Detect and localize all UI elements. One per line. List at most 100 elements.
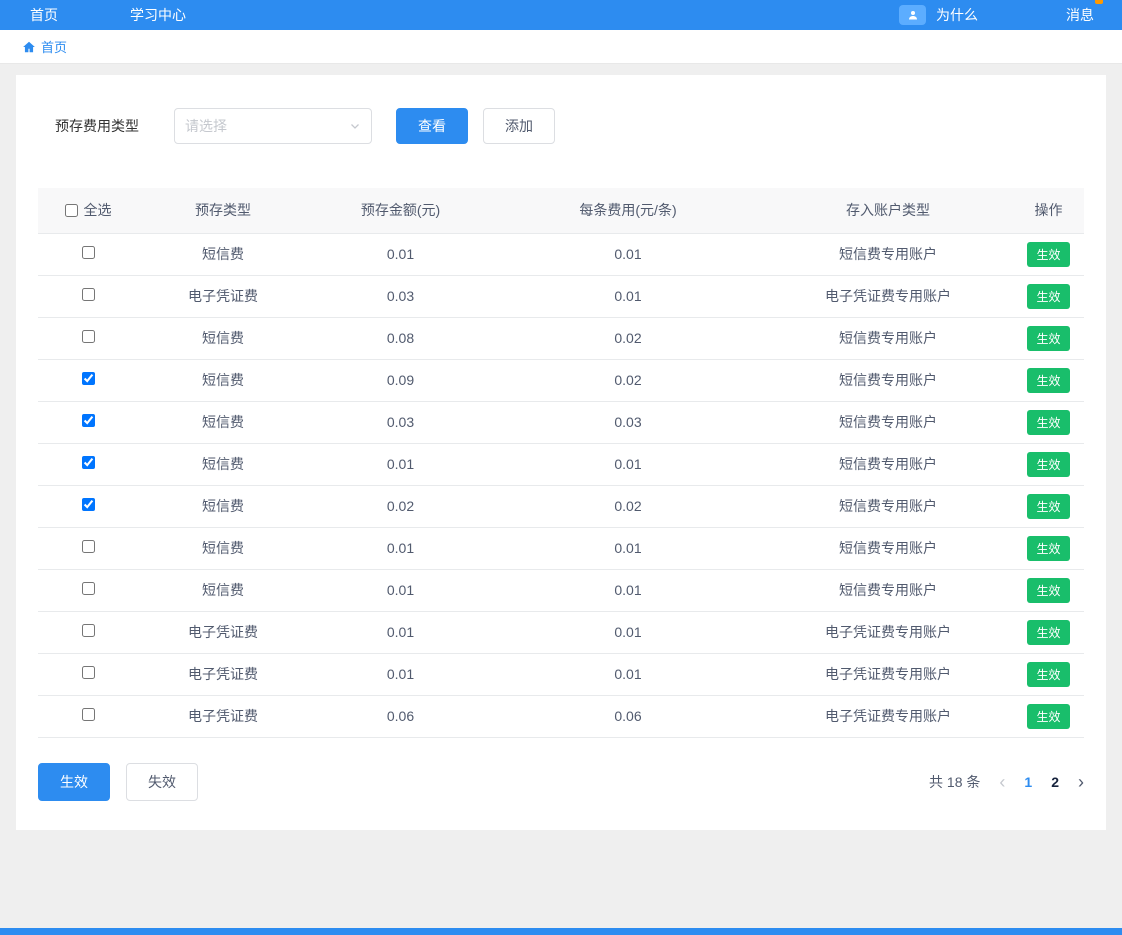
cell-prestore-amount: 0.03 bbox=[308, 401, 493, 444]
cell-prestore-type: 短信费 bbox=[138, 317, 308, 360]
cell-prestore-amount: 0.02 bbox=[308, 485, 493, 528]
batch-invalid-button[interactable]: 失效 bbox=[126, 762, 198, 801]
row-checkbox[interactable] bbox=[81, 288, 95, 301]
row-effective-button[interactable]: 生效 bbox=[1027, 577, 1070, 603]
row-checkbox[interactable] bbox=[81, 414, 95, 427]
cell-account-type: 短信费专用账户 bbox=[763, 359, 1013, 402]
cell-account-type: 短信费专用账户 bbox=[763, 233, 1013, 276]
cell-prestore-type: 短信费 bbox=[138, 233, 308, 276]
select-all-checkbox[interactable] bbox=[64, 203, 78, 217]
row-checkbox[interactable] bbox=[81, 666, 95, 679]
cell-prestore-type: 短信费 bbox=[138, 527, 308, 570]
cell-account-type: 电子凭证费专用账户 bbox=[763, 275, 1013, 318]
table-row: 电子凭证费 0.03 0.01 电子凭证费专用账户 生效 bbox=[38, 275, 1084, 318]
header-account-type: 存入账户类型 bbox=[763, 188, 1013, 234]
pagination: 共 18 条 ‹ 1 2 › bbox=[929, 772, 1084, 792]
pagination-prev-arrow[interactable]: ‹ bbox=[999, 773, 1005, 791]
header-fee-per-item: 每条费用(元/条) bbox=[493, 188, 763, 234]
row-effective-button[interactable]: 生效 bbox=[1027, 367, 1070, 393]
cell-fee-per-item: 0.01 bbox=[493, 275, 763, 318]
pagination-next-arrow[interactable]: › bbox=[1078, 773, 1084, 791]
nav-item-messages[interactable]: 消息 bbox=[1066, 0, 1103, 25]
cell-prestore-type: 短信费 bbox=[138, 443, 308, 486]
table-row: 短信费 0.02 0.02 短信费专用账户 生效 bbox=[38, 485, 1084, 528]
pagination-page-2[interactable]: 2 bbox=[1051, 774, 1059, 790]
row-checkbox[interactable] bbox=[81, 372, 95, 385]
cell-fee-per-item: 0.01 bbox=[493, 443, 763, 486]
table-row: 电子凭证费 0.01 0.01 电子凭证费专用账户 生效 bbox=[38, 611, 1084, 654]
cell-prestore-type: 短信费 bbox=[138, 359, 308, 402]
row-effective-button[interactable]: 生效 bbox=[1027, 283, 1070, 309]
header-prestore-type: 预存类型 bbox=[138, 188, 308, 234]
breadcrumb-home[interactable]: 首页 bbox=[41, 37, 67, 56]
cell-account-type: 短信费专用账户 bbox=[763, 443, 1013, 486]
cell-prestore-type: 电子凭证费 bbox=[138, 275, 308, 318]
batch-effective-button[interactable]: 生效 bbox=[38, 762, 110, 801]
cell-fee-per-item: 0.03 bbox=[493, 401, 763, 444]
cell-account-type: 短信费专用账户 bbox=[763, 527, 1013, 570]
table-row: 电子凭证费 0.01 0.01 电子凭证费专用账户 生效 bbox=[38, 653, 1084, 696]
add-button[interactable]: 添加 bbox=[483, 108, 555, 144]
row-checkbox[interactable] bbox=[81, 582, 95, 595]
cell-prestore-amount: 0.01 bbox=[308, 569, 493, 612]
pagination-total: 共 18 条 bbox=[929, 773, 981, 790]
cell-fee-per-item: 0.02 bbox=[493, 317, 763, 360]
select-all-label: 全选 bbox=[83, 202, 112, 219]
row-checkbox[interactable] bbox=[81, 456, 95, 469]
cell-fee-per-item: 0.01 bbox=[493, 611, 763, 654]
table-row: 短信费 0.01 0.01 短信费专用账户 生效 bbox=[38, 527, 1084, 570]
footer-bar bbox=[0, 928, 1122, 935]
cell-prestore-type: 电子凭证费 bbox=[138, 653, 308, 696]
cell-account-type: 短信费专用账户 bbox=[763, 569, 1013, 612]
cell-prestore-type: 电子凭证费 bbox=[138, 611, 308, 654]
fee-table: 全选 预存类型 预存金额(元) 每条费用(元/条) 存入账户类型 操作 短信费 0… bbox=[38, 188, 1084, 738]
row-effective-button[interactable]: 生效 bbox=[1027, 325, 1070, 351]
row-checkbox[interactable] bbox=[81, 708, 95, 721]
cell-account-type: 短信费专用账户 bbox=[763, 317, 1013, 360]
row-effective-button[interactable]: 生效 bbox=[1027, 241, 1070, 267]
cell-prestore-amount: 0.01 bbox=[308, 653, 493, 696]
cell-account-type: 短信费专用账户 bbox=[763, 485, 1013, 528]
cell-account-type: 电子凭证费专用账户 bbox=[763, 653, 1013, 696]
messages-label: 消息 bbox=[1066, 7, 1094, 23]
table-row: 短信费 0.01 0.01 短信费专用账户 生效 bbox=[38, 233, 1084, 276]
cell-prestore-amount: 0.01 bbox=[308, 611, 493, 654]
cell-account-type: 电子凭证费专用账户 bbox=[763, 695, 1013, 738]
cell-fee-per-item: 0.01 bbox=[493, 233, 763, 276]
row-checkbox[interactable] bbox=[81, 624, 95, 637]
row-effective-button[interactable]: 生效 bbox=[1027, 409, 1070, 435]
select-placeholder: 请选择 bbox=[185, 118, 227, 134]
row-effective-button[interactable]: 生效 bbox=[1027, 535, 1070, 561]
row-checkbox[interactable] bbox=[81, 540, 95, 553]
table-row: 电子凭证费 0.06 0.06 电子凭证费专用账户 生效 bbox=[38, 695, 1084, 738]
row-effective-button[interactable]: 生效 bbox=[1027, 451, 1070, 477]
cell-prestore-amount: 0.09 bbox=[308, 359, 493, 402]
row-checkbox[interactable] bbox=[81, 330, 95, 343]
fee-type-select[interactable]: 请选择 bbox=[174, 108, 372, 144]
row-checkbox[interactable] bbox=[81, 246, 95, 259]
row-checkbox[interactable] bbox=[81, 498, 95, 511]
nav-item-home[interactable]: 首页 bbox=[30, 5, 58, 25]
select-all[interactable]: 全选 bbox=[64, 200, 112, 220]
navbar-right: 为什么 消息 bbox=[899, 0, 1103, 25]
nav-item-why[interactable]: 为什么 bbox=[936, 5, 978, 25]
cell-fee-per-item: 0.02 bbox=[493, 485, 763, 528]
cell-prestore-amount: 0.01 bbox=[308, 443, 493, 486]
user-avatar-icon[interactable] bbox=[899, 5, 926, 25]
row-effective-button[interactable]: 生效 bbox=[1027, 703, 1070, 729]
table-body: 短信费 0.01 0.01 短信费专用账户 生效 电子凭证费 0.03 0.01 电子凭证费专用… bbox=[38, 233, 1084, 738]
row-effective-button[interactable]: 生效 bbox=[1027, 619, 1070, 645]
row-effective-button[interactable]: 生效 bbox=[1027, 493, 1070, 519]
fee-type-filter-label: 预存费用类型 bbox=[55, 118, 139, 134]
footer-actions-row: 生效 失效 共 18 条 ‹ 1 2 › bbox=[38, 762, 1084, 801]
cell-account-type: 电子凭证费专用账户 bbox=[763, 611, 1013, 654]
nav-item-learning-center[interactable]: 学习中心 bbox=[130, 5, 186, 25]
view-button[interactable]: 查看 bbox=[396, 108, 468, 144]
home-icon bbox=[22, 40, 36, 54]
row-effective-button[interactable]: 生效 bbox=[1027, 661, 1070, 687]
header-prestore-amount: 预存金额(元) bbox=[308, 188, 493, 234]
pagination-page-1[interactable]: 1 bbox=[1024, 774, 1032, 790]
cell-fee-per-item: 0.06 bbox=[493, 695, 763, 738]
table-row: 短信费 0.09 0.02 短信费专用账户 生效 bbox=[38, 359, 1084, 402]
header-action: 操作 bbox=[1013, 188, 1084, 234]
